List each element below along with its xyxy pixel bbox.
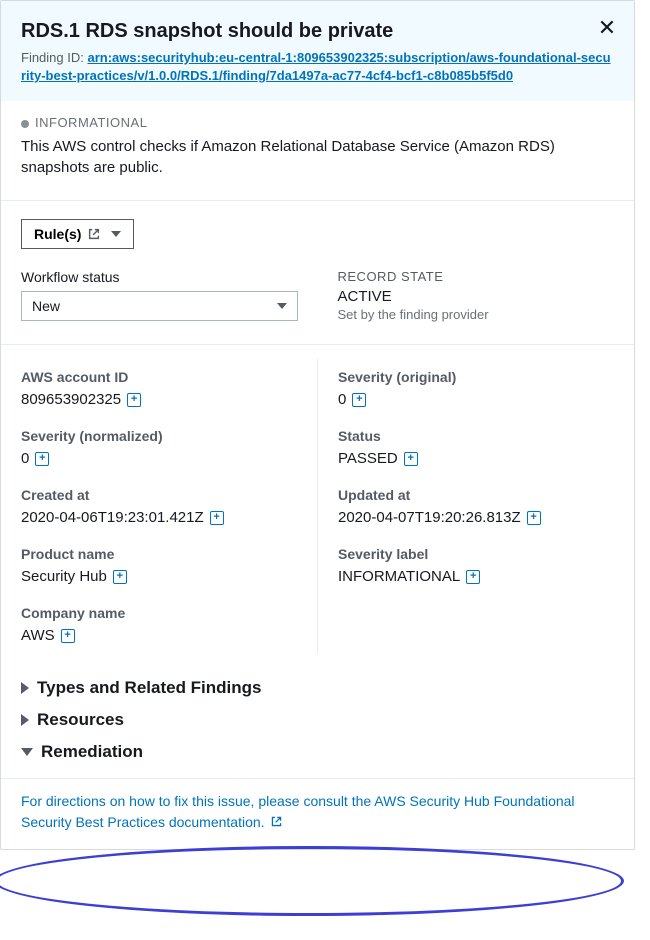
record-state-value: ACTIVE — [338, 288, 615, 305]
detail-label: Product name — [21, 546, 297, 562]
detail-value: PASSED — [338, 450, 398, 467]
finding-id-label: Finding ID: — [21, 50, 87, 65]
caret-down-icon — [111, 231, 121, 237]
detail-row: Company name AWS + — [1, 595, 634, 654]
detail-label: Severity label — [338, 546, 614, 562]
detail-value: INFORMATIONAL — [338, 568, 460, 585]
record-state-field: RECORD STATE ACTIVE Set by the finding p… — [338, 269, 615, 322]
caret-down-icon — [277, 303, 287, 309]
remediation-link[interactable]: For directions on how to fix this issue,… — [21, 793, 575, 830]
detail-value: 809653902325 — [21, 391, 121, 408]
detail-label: Severity (original) — [338, 369, 614, 385]
finding-id-link[interactable]: arn:aws:securityhub:eu-central-1:8096539… — [21, 50, 611, 83]
description-text: This AWS control checks if Amazon Relati… — [21, 136, 614, 178]
detail-row: Product name Security Hub + Severity labe… — [1, 536, 634, 595]
detail-label: Created at — [21, 487, 297, 503]
add-filter-icon[interactable]: + — [352, 393, 366, 407]
detail-row: Created at 2020-04-06T19:23:01.421Z + Upd… — [1, 477, 634, 536]
detail-label: Severity (normalized) — [21, 428, 297, 444]
rules-label: Rule(s) — [34, 226, 81, 242]
severity-dot-icon — [21, 120, 29, 128]
resources-section-title: Resources — [37, 710, 124, 730]
workflow-status-label: Workflow status — [21, 269, 298, 285]
finding-header: ✕ RDS.1 RDS snapshot should be private F… — [1, 1, 634, 101]
remediation-section-title: Remediation — [41, 742, 143, 762]
detail-value: AWS — [21, 627, 55, 644]
add-filter-icon[interactable]: + — [35, 452, 49, 466]
detail-label: Company name — [21, 605, 297, 621]
caret-right-icon — [21, 714, 29, 726]
detail-label: AWS account ID — [21, 369, 297, 385]
remediation-body: For directions on how to fix this issue,… — [1, 778, 634, 849]
add-filter-icon[interactable]: + — [127, 393, 141, 407]
severity-label: INFORMATIONAL — [35, 115, 147, 130]
detail-value: 0 — [338, 391, 346, 408]
workflow-status-field: Workflow status New — [21, 269, 298, 322]
detail-value: 0 — [21, 450, 29, 467]
detail-value: Security Hub — [21, 568, 107, 585]
record-state-subtext: Set by the finding provider — [338, 307, 615, 322]
details-grid: AWS account ID 809653902325 + Severity (o… — [1, 345, 634, 662]
caret-right-icon — [21, 682, 29, 694]
external-link-icon — [87, 227, 101, 241]
close-button[interactable]: ✕ — [596, 17, 618, 39]
workflow-status-select[interactable]: New — [21, 291, 298, 321]
add-filter-icon[interactable]: + — [404, 452, 418, 466]
expandable-sections: Types and Related Findings Resources Rem… — [1, 662, 634, 778]
detail-row: Severity (normalized) 0 + Status PASSED + — [1, 418, 634, 477]
record-state-label: RECORD STATE — [338, 269, 615, 284]
caret-down-icon — [21, 748, 33, 756]
severity-indicator: INFORMATIONAL — [21, 115, 614, 130]
detail-label: Status — [338, 428, 614, 444]
finding-title: RDS.1 RDS snapshot should be private — [21, 19, 614, 43]
finding-id-line: Finding ID: arn:aws:securityhub:eu-centr… — [21, 49, 614, 85]
resources-section-header[interactable]: Resources — [21, 704, 614, 736]
types-section-header[interactable]: Types and Related Findings — [21, 672, 614, 704]
detail-value: 2020-04-06T19:23:01.421Z — [21, 509, 204, 526]
finding-detail-panel: ✕ RDS.1 RDS snapshot should be private F… — [0, 0, 635, 850]
detail-value: 2020-04-07T19:20:26.813Z — [338, 509, 521, 526]
add-filter-icon[interactable]: + — [61, 629, 75, 643]
workflow-status-value: New — [32, 298, 60, 314]
add-filter-icon[interactable]: + — [210, 511, 224, 525]
detail-label: Updated at — [338, 487, 614, 503]
annotation-ellipse — [0, 846, 624, 916]
add-filter-icon[interactable]: + — [113, 570, 127, 584]
remediation-section-header[interactable]: Remediation — [21, 736, 614, 768]
add-filter-icon[interactable]: + — [466, 570, 480, 584]
detail-row: AWS account ID 809653902325 + Severity (o… — [1, 359, 634, 418]
add-filter-icon[interactable]: + — [527, 511, 541, 525]
remediation-text: For directions on how to fix this issue,… — [21, 793, 575, 830]
types-section-title: Types and Related Findings — [37, 678, 262, 698]
rules-dropdown-button[interactable]: Rule(s) — [21, 219, 134, 249]
description-block: INFORMATIONAL This AWS control checks if… — [1, 101, 634, 201]
external-link-icon — [270, 815, 283, 828]
controls-block: Rule(s) Workflow status New RECORD STATE… — [1, 201, 634, 345]
